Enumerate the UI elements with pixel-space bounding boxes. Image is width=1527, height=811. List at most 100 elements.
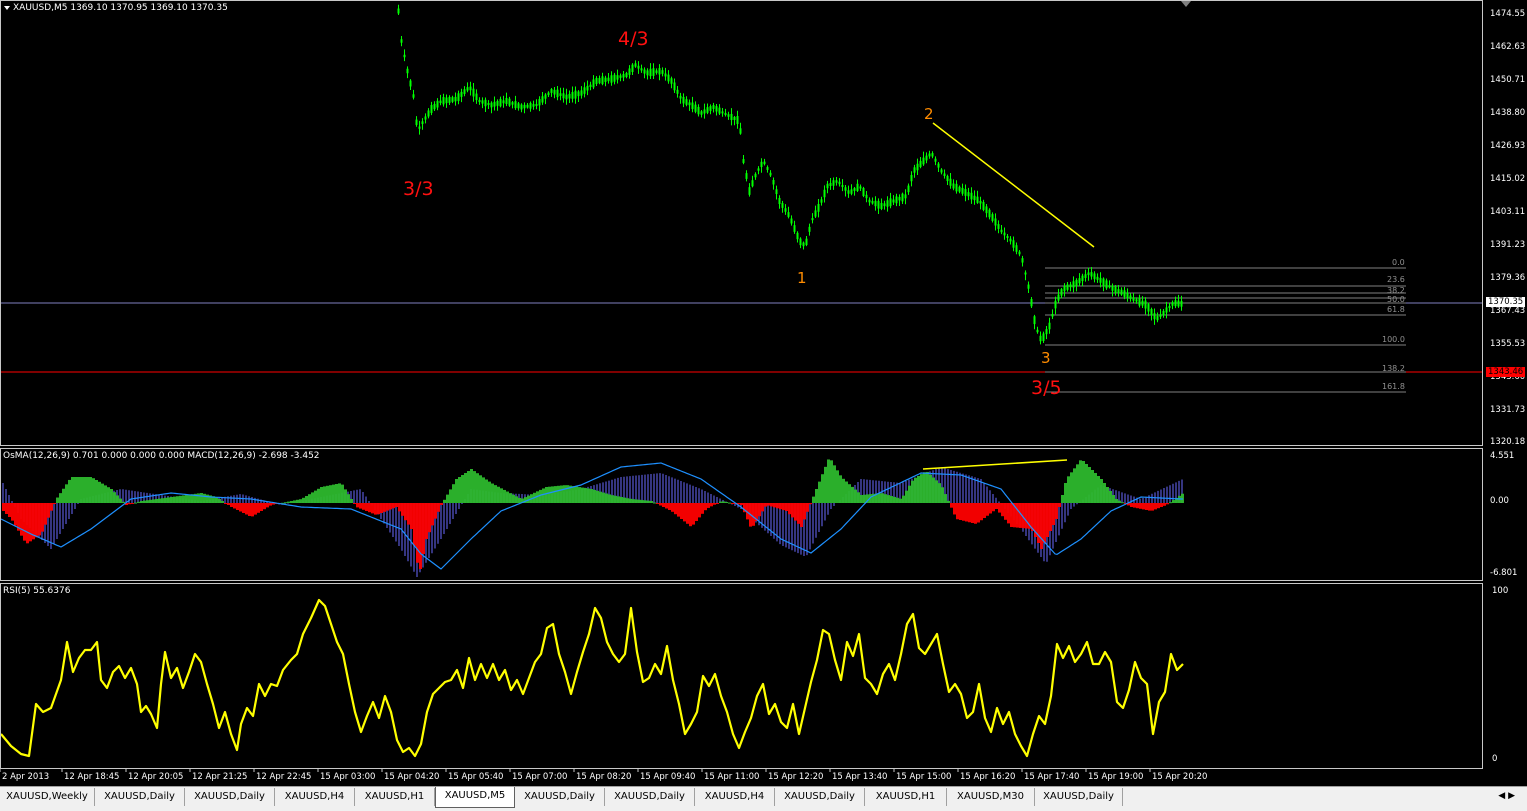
chart-tab[interactable]: XAUUSD,H1 [355,788,435,806]
osma-bar [1115,499,1118,503]
time-tick-label: 15 Apr 17:40 [1024,772,1079,782]
candle-body [913,167,916,173]
osma-bar [170,497,173,503]
time-tick-label: 15 Apr 07:00 [512,772,567,782]
chart-tab[interactable]: XAUUSD,H4 [275,788,355,806]
tabs-scroll-arrows[interactable]: ◀ ▶ [1498,791,1515,801]
osma-axis[interactable]: 4.551 0.00 -6.801 [1484,448,1527,581]
osma-bar [797,503,800,524]
candle-body [865,194,868,199]
osma-bar [359,503,362,509]
time-tick-label: 15 Apr 03:00 [320,772,375,782]
candle-body [934,158,937,162]
osma-bar [650,501,653,503]
osma-bar [617,496,620,503]
candle-body [1084,274,1087,278]
osma-bar [59,493,62,503]
chart-tab[interactable]: XAUUSD,H4 [695,788,775,806]
wave-label-3-3: 3/3 [403,178,434,200]
fib-level-23-6: 23.6 [1387,275,1405,284]
candle-body [529,102,532,109]
osma-macd-canvas[interactable] [1,449,1482,580]
chart-tab[interactable]: XAUUSD,M30 [947,788,1035,806]
osma-bar [311,492,314,503]
chart-shift-marker-icon[interactable] [1181,1,1191,7]
chart-tab[interactable]: XAUUSD,Daily [605,788,695,806]
candle-body [781,203,784,208]
osma-bar [467,471,470,503]
rsi-tick: 100 [1492,586,1509,596]
osma-bar [488,481,491,503]
candle-body [760,161,763,168]
candle-body [523,104,526,109]
candle-body [634,63,637,67]
menu-triangle-icon[interactable] [4,6,10,10]
candle-body [442,97,445,105]
osma-bar [1061,495,1064,503]
chart-tab[interactable]: XAUUSD,Daily [95,788,185,806]
candle-body [502,100,505,104]
osma-bar [854,489,857,503]
chart-tab-bar[interactable]: ◀ ▶ XAUUSD,Weekly XAUUSD,Daily XAUUSD,Dail… [0,786,1527,811]
candle-body [1039,335,1042,342]
candle-body [1135,299,1138,302]
rsi-canvas[interactable] [1,584,1482,768]
osma-bar [575,486,578,503]
osma-macd-pane[interactable]: OsMA(12,26,9) 0.701 0.000 0.000 0.000 MA… [0,448,1483,581]
osma-bar [1088,467,1091,503]
osma-bar [809,503,812,505]
osma-bar [992,503,995,512]
osma-bar [713,503,716,505]
candle-body [907,185,910,193]
chart-tab[interactable]: XAUUSD,Weekly [0,788,95,806]
osma-bar [206,494,209,503]
osma-bar [419,503,422,569]
price-chart-pane[interactable]: XAUUSD,M5 1369.10 1370.95 1369.10 1370.3… [0,0,1483,446]
candle-body [799,238,802,246]
osma-bar [554,486,557,503]
osma-bar [323,486,326,503]
time-tick-label: 15 Apr 08:20 [576,772,631,782]
time-axis[interactable]: 2 Apr 2013 12 Apr 18:45 12 Apr 20:05 12 Apr… [0,769,1483,785]
chart-tab[interactable]: XAUUSD,Daily [1035,788,1123,806]
osma-bar [62,488,65,503]
osma-bar [722,501,725,503]
osma-bar [254,503,257,515]
chart-tab[interactable]: XAUUSD,Daily [185,788,275,806]
candle-body [1150,308,1153,316]
candle-body [661,70,664,74]
candle-body [604,77,607,82]
candle-body [874,200,877,207]
candle-body [418,126,421,129]
price-axis[interactable]: 1474.55 1462.63 1450.71 1438.80 1426.93 … [1484,0,1527,447]
osma-bar [590,489,593,503]
candle-body [754,173,757,178]
rsi-pane[interactable]: RSI(5) 55.6376 [0,583,1483,769]
chart-tab[interactable]: XAUUSD,Daily [515,788,605,806]
candle-body [1174,300,1177,307]
price-chart-canvas[interactable] [1,1,1482,445]
rsi-axis[interactable]: 100 0 [1484,583,1527,769]
osma-bar [317,488,320,503]
osma-bar [947,500,950,503]
osma-bar [614,495,617,503]
osma-bar [539,489,542,503]
candle-body [997,224,1000,229]
osma-bar [476,473,479,503]
time-tick-label: 2 Apr 2013 [2,772,49,782]
candle-body [724,112,727,116]
candle-body [655,70,658,73]
osma-bar [806,503,809,512]
chart-tab[interactable]: XAUUSD,M5 [435,787,515,808]
osma-bar [86,477,89,503]
divergence-line [922,459,1068,470]
osma-bar [1091,470,1094,503]
chart-tab[interactable]: XAUUSD,Daily [775,788,865,806]
candle-body [505,98,508,104]
osma-bar [665,503,668,509]
chart-tab[interactable]: XAUUSD,H1 [865,788,947,806]
osma-bar [1136,503,1139,509]
osma-bar [50,503,53,511]
osma-bar [470,469,473,503]
candle-body [517,103,520,109]
